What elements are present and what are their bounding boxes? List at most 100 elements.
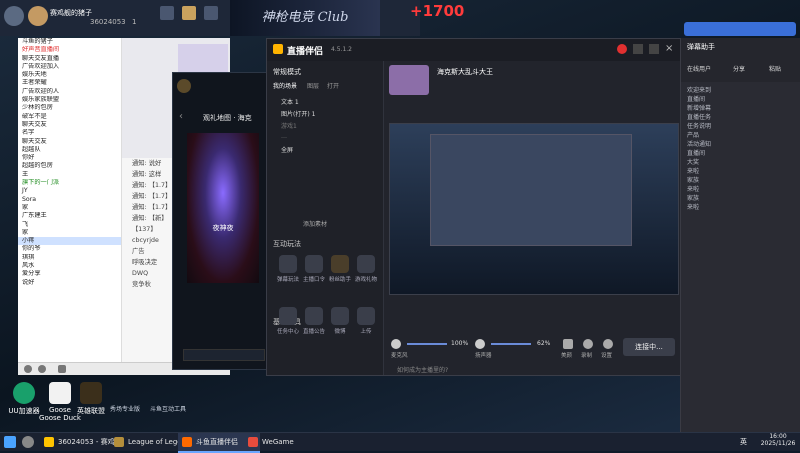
channel-list-item[interactable]: 聊天交友 bbox=[18, 121, 121, 129]
task-center-icon[interactable] bbox=[279, 307, 297, 325]
tab-open[interactable]: 打开 bbox=[327, 81, 339, 90]
channel-list-item[interactable]: 风水 bbox=[18, 262, 121, 270]
source-item[interactable]: 图片(打开) 1 bbox=[281, 109, 315, 118]
channel-list-item[interactable]: 娱乐天地 bbox=[18, 71, 121, 79]
avatar[interactable] bbox=[28, 6, 48, 26]
settings-icon[interactable] bbox=[603, 339, 613, 349]
tab-layers[interactable]: 图层 bbox=[307, 81, 319, 90]
channel-list-item[interactable]: Sora bbox=[18, 196, 121, 204]
channel-list-item[interactable]: 超越队 bbox=[18, 146, 121, 154]
source-item[interactable]: 全屏 bbox=[281, 145, 293, 154]
league-logo-icon bbox=[177, 79, 191, 93]
add-source-button[interactable]: 添加素材 bbox=[303, 219, 327, 228]
clock[interactable]: 16:00 2025/11/26 bbox=[758, 433, 798, 447]
assistant-message: 活动通知 bbox=[687, 141, 712, 148]
go-live-button[interactable]: 连接中... bbox=[623, 338, 675, 356]
speaker-icon[interactable] bbox=[475, 339, 485, 349]
promo-banner[interactable] bbox=[684, 22, 796, 36]
help-link[interactable]: 如何成为主播里的? bbox=[397, 365, 448, 374]
weibo-icon[interactable] bbox=[331, 307, 349, 325]
channel-list-item[interactable]: 你好 bbox=[18, 154, 121, 162]
window-thumb-icon[interactable] bbox=[204, 6, 218, 20]
source-item[interactable]: 文本 1 bbox=[281, 97, 299, 106]
speaker-icon[interactable] bbox=[38, 365, 46, 373]
tab-share[interactable]: 分享 bbox=[733, 64, 745, 73]
player-name: 夜神夜 bbox=[212, 224, 234, 232]
tab-online-users[interactable]: 在线用户 bbox=[687, 64, 711, 73]
close-icon[interactable]: × bbox=[665, 43, 673, 54]
channel-list-item[interactable]: 家 bbox=[18, 204, 121, 212]
record-icon[interactable] bbox=[583, 339, 593, 349]
channel-list-item[interactable]: JY bbox=[18, 187, 121, 195]
league-icon bbox=[80, 382, 102, 404]
taskbar-item[interactable]: WeGame bbox=[244, 433, 322, 451]
channel-list-item[interactable]: 飞 bbox=[18, 221, 121, 229]
beauty-label: 美颜 bbox=[561, 353, 573, 359]
channel-list-item[interactable]: 小蒋 bbox=[18, 237, 121, 246]
channel-list-item[interactable]: 斗鱼的猪子 bbox=[18, 38, 121, 46]
assistant-message: 来啦 bbox=[687, 186, 700, 193]
chat-input[interactable] bbox=[183, 349, 265, 361]
tool-label: 直播公告 bbox=[302, 329, 325, 335]
channel-list-item[interactable]: 旗下的一门派 bbox=[18, 179, 121, 187]
assistant-message: 来啦 bbox=[687, 168, 700, 175]
search-icon[interactable] bbox=[22, 436, 34, 448]
channel-list-item[interactable]: 破军不是 bbox=[18, 113, 121, 121]
desktop-caption: 秀场专业版 bbox=[110, 406, 141, 413]
back-arrow-icon[interactable]: ‹ bbox=[179, 111, 183, 122]
settings-icon[interactable] bbox=[58, 365, 66, 373]
channel-list-item[interactable]: 王者荣耀 bbox=[18, 79, 121, 87]
window-thumb-icon[interactable] bbox=[160, 6, 174, 20]
danmu-game-icon[interactable] bbox=[279, 255, 297, 273]
channel-list-item[interactable]: 少林的包房 bbox=[18, 104, 121, 112]
desktop-icon-lol[interactable]: 英雄联盟 bbox=[66, 382, 116, 416]
game-gift-icon[interactable] bbox=[357, 255, 375, 273]
channel-list-item[interactable]: 广告欢迎加入 bbox=[18, 63, 121, 71]
channel-list-item[interactable]: 好声音直播间 bbox=[18, 46, 121, 54]
source-item[interactable]: … bbox=[281, 133, 287, 140]
source-item[interactable]: 游戏1 bbox=[281, 121, 297, 130]
stream-cover[interactable] bbox=[389, 65, 429, 95]
stream-preview[interactable] bbox=[389, 123, 679, 295]
assistant-message: 家族 bbox=[687, 177, 700, 184]
channel-list-item[interactable]: 家 bbox=[18, 229, 121, 237]
channel-list: 斗鱼的猪子 好声音直播间 聊天交友直播 广告欢迎加入 娱乐天地 王者荣耀 广告欢迎的人 娱乐家… bbox=[18, 38, 122, 374]
channel-list-item[interactable]: 琪琪 bbox=[18, 254, 121, 262]
tab-paste[interactable]: 粘贴 bbox=[769, 64, 781, 73]
dog-avatar-icon[interactable] bbox=[182, 6, 196, 20]
channel-list-item[interactable]: 超越的包房 bbox=[18, 162, 121, 170]
mic-volume-slider[interactable] bbox=[407, 343, 447, 345]
beauty-icon[interactable] bbox=[563, 339, 573, 349]
taskbar: 36024053 - 赛鸡舰 League of Legends 斗鱼直播伴侣 … bbox=[0, 432, 800, 453]
upload-icon[interactable] bbox=[357, 307, 375, 325]
channel-list-item[interactable]: 聊天交友 bbox=[18, 138, 121, 146]
channel-list-item[interactable]: 王 bbox=[18, 171, 121, 179]
channel-list-item[interactable]: 名字 bbox=[18, 129, 121, 137]
channel-list-item[interactable]: 爱分享 bbox=[18, 270, 121, 278]
assistant-message: 产品 bbox=[687, 132, 700, 139]
channel-list-item[interactable]: 广告欢迎的人 bbox=[18, 88, 121, 96]
fan-helper-icon[interactable] bbox=[331, 255, 349, 273]
mic-icon[interactable] bbox=[24, 365, 32, 373]
channel-list-item[interactable]: 聊天交友直播 bbox=[18, 55, 121, 63]
start-icon[interactable] bbox=[4, 436, 16, 448]
channel-list-item[interactable]: 你的爷 bbox=[18, 245, 121, 253]
scene-header[interactable]: 常规模式 bbox=[273, 67, 301, 77]
ime-indicator[interactable]: 英 bbox=[740, 437, 747, 447]
mic-icon[interactable] bbox=[391, 339, 401, 349]
channel-list-item[interactable]: 广东建王 bbox=[18, 212, 121, 220]
channel-list-item[interactable]: 娱乐家族联盟 bbox=[18, 96, 121, 104]
minimize-icon[interactable] bbox=[633, 44, 643, 54]
tab-scenes[interactable]: 我的场景 bbox=[273, 81, 297, 90]
announcement-icon[interactable] bbox=[305, 307, 323, 325]
desktop-caption: 斗鱼互动工具 bbox=[150, 406, 187, 413]
champion-card[interactable]: 夜神夜 bbox=[187, 133, 259, 283]
mini-count: 1 bbox=[132, 18, 137, 26]
channel-list-item[interactable]: 说好 bbox=[18, 279, 121, 287]
record-icon[interactable] bbox=[617, 44, 627, 54]
speaker-volume-slider[interactable] bbox=[491, 343, 531, 345]
maximize-icon[interactable] bbox=[649, 44, 659, 54]
avatar[interactable] bbox=[4, 6, 24, 26]
mic-label: 麦克风 bbox=[391, 353, 408, 359]
host-command-icon[interactable] bbox=[305, 255, 323, 273]
